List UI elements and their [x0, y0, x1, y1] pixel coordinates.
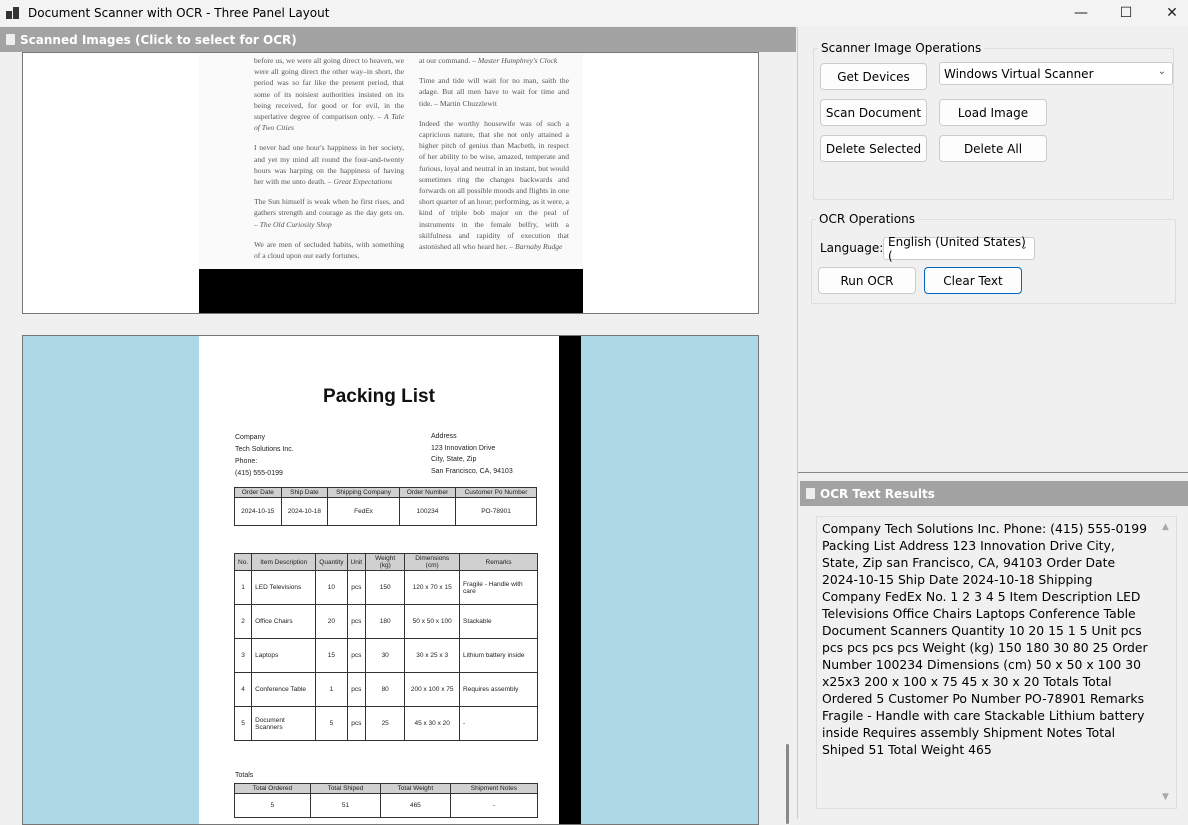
window-title: Document Scanner with OCR - Three Panel … — [28, 6, 329, 20]
item-cell: 15 — [316, 639, 347, 673]
item-cell: 50 x 50 x 100 — [405, 605, 460, 639]
item-cell: 180 — [366, 605, 405, 639]
device-select[interactable]: Windows Virtual Scanner⌄ — [939, 62, 1173, 85]
item-cell: pcs — [347, 673, 366, 707]
ocr-text-area[interactable]: Company Tech Solutions Inc. Phone: (415)… — [816, 516, 1177, 809]
text-column-1: before us, we were all going direct to h… — [254, 55, 404, 270]
controls-panel: Scanner Image Operations Get Devices Win… — [797, 27, 1188, 819]
item-cell: 30 x 25 x 3 — [405, 639, 460, 673]
maximize-button[interactable]: ☐ — [1103, 0, 1149, 26]
totals-label: Totals — [235, 772, 253, 779]
order-table: Order DateShip DateShipping CompanyOrder… — [234, 487, 537, 526]
ocr-results-header: OCR Text Results — [800, 481, 1188, 506]
item-cell: 120 x 70 x 15 — [405, 571, 460, 605]
item-cell: 30 — [366, 639, 405, 673]
run-ocr-button[interactable]: Run OCR — [818, 267, 916, 294]
company-block: CompanyTech Solutions Inc.Phone:(415) 55… — [235, 432, 294, 480]
app-icon — [6, 7, 20, 19]
item-cell: 1 — [316, 673, 347, 707]
item-cell: 3 — [235, 639, 252, 673]
item-cell: 20 — [316, 605, 347, 639]
item-row: 4Conference Table1pcs80200 x 100 x 75Req… — [235, 673, 538, 707]
item-cell: Document Scanners — [252, 707, 316, 741]
item-cell: 25 — [366, 707, 405, 741]
items-table: No.Item DescriptionQuantityUnitWeight (k… — [234, 553, 538, 741]
item-cell: 1 — [235, 571, 252, 605]
item-cell: pcs — [347, 639, 366, 673]
title-bar: Document Scanner with OCR - Three Panel … — [0, 0, 1188, 26]
clear-text-button[interactable]: Clear Text — [924, 267, 1022, 294]
panel-title: Scanned Images (Click to select for OCR) — [20, 33, 297, 47]
chevron-down-icon: ⌄ — [1020, 241, 1028, 252]
panel-title: OCR Text Results — [820, 487, 935, 501]
item-cell: Laptops — [252, 639, 316, 673]
item-cell: LED Televisions — [252, 571, 316, 605]
language-label: Language: — [820, 241, 883, 255]
chevron-down-icon: ⌄ — [1158, 66, 1166, 77]
document-icon — [806, 488, 815, 499]
address-block: Address123 Innovation DriveCity, State, … — [431, 431, 513, 477]
item-row: 1LED Televisions10pcs150120 x 70 x 15Fra… — [235, 571, 538, 605]
scan-document-button[interactable]: Scan Document — [820, 99, 927, 126]
item-cell: pcs — [347, 605, 366, 639]
text-scrollbar[interactable]: ▲▼ — [1162, 519, 1174, 806]
item-row: 3Laptops15pcs3030 x 25 x 3Lithium batter… — [235, 639, 538, 673]
item-cell: 5 — [316, 707, 347, 741]
document-page: before us, we were all going direct to h… — [199, 53, 583, 269]
document-icon — [6, 34, 15, 45]
language-select[interactable]: English (United States) (⌄ — [883, 237, 1035, 260]
close-button[interactable]: ✕ — [1149, 0, 1188, 26]
item-cell: Fragile - Handle with care — [460, 571, 538, 605]
item-cell: 5 — [235, 707, 252, 741]
packing-list-page: Packing List CompanyTech Solutions Inc.P… — [199, 336, 559, 825]
scan-border — [199, 269, 583, 314]
scanned-image-2[interactable]: Packing List CompanyTech Solutions Inc.P… — [22, 335, 759, 825]
get-devices-button[interactable]: Get Devices — [820, 63, 927, 90]
ocr-text: Company Tech Solutions Inc. Phone: (415)… — [822, 521, 1148, 757]
text-column-2: at our command. – Master Humphrey's Cloc… — [419, 55, 569, 261]
item-cell: 2 — [235, 605, 252, 639]
delete-selected-button[interactable]: Delete Selected — [820, 135, 927, 162]
item-cell: Stackable — [460, 605, 538, 639]
item-cell: - — [460, 707, 538, 741]
minimize-button[interactable]: — — [1058, 0, 1104, 26]
scroll-up-icon[interactable]: ▲ — [1162, 519, 1169, 536]
item-cell: 150 — [366, 571, 405, 605]
item-cell: 45 x 30 x 20 — [405, 707, 460, 741]
packing-list-title: Packing List — [199, 386, 559, 408]
item-cell: 80 — [366, 673, 405, 707]
item-cell: 10 — [316, 571, 347, 605]
item-cell: pcs — [347, 707, 366, 741]
images-scrollbar[interactable] — [780, 52, 796, 819]
delete-all-button[interactable]: Delete All — [939, 135, 1047, 162]
item-cell: Conference Table — [252, 673, 316, 707]
scan-border — [559, 336, 581, 825]
item-cell: 200 x 100 x 75 — [405, 673, 460, 707]
scanned-images-panel: Scanned Images (Click to select for OCR)… — [0, 27, 796, 819]
panel-divider — [798, 472, 1188, 474]
item-cell: pcs — [347, 571, 366, 605]
totals-table: Total OrderedTotal ShipedTotal WeightShi… — [234, 783, 538, 818]
scrollbar-thumb[interactable] — [786, 744, 789, 824]
item-cell: Lithium battery inside — [460, 639, 538, 673]
scanned-images-header: Scanned Images (Click to select for OCR) — [0, 27, 796, 52]
item-cell: Office Chairs — [252, 605, 316, 639]
item-row: 5Document Scanners5pcs2545 x 30 x 20- — [235, 707, 538, 741]
item-cell: Requires assembly — [460, 673, 538, 707]
item-cell: 4 — [235, 673, 252, 707]
load-image-button[interactable]: Load Image — [939, 99, 1047, 126]
scanned-image-1[interactable]: before us, we were all going direct to h… — [22, 52, 759, 314]
scroll-down-icon[interactable]: ▼ — [1162, 789, 1169, 806]
item-row: 2Office Chairs20pcs18050 x 50 x 100Stack… — [235, 605, 538, 639]
